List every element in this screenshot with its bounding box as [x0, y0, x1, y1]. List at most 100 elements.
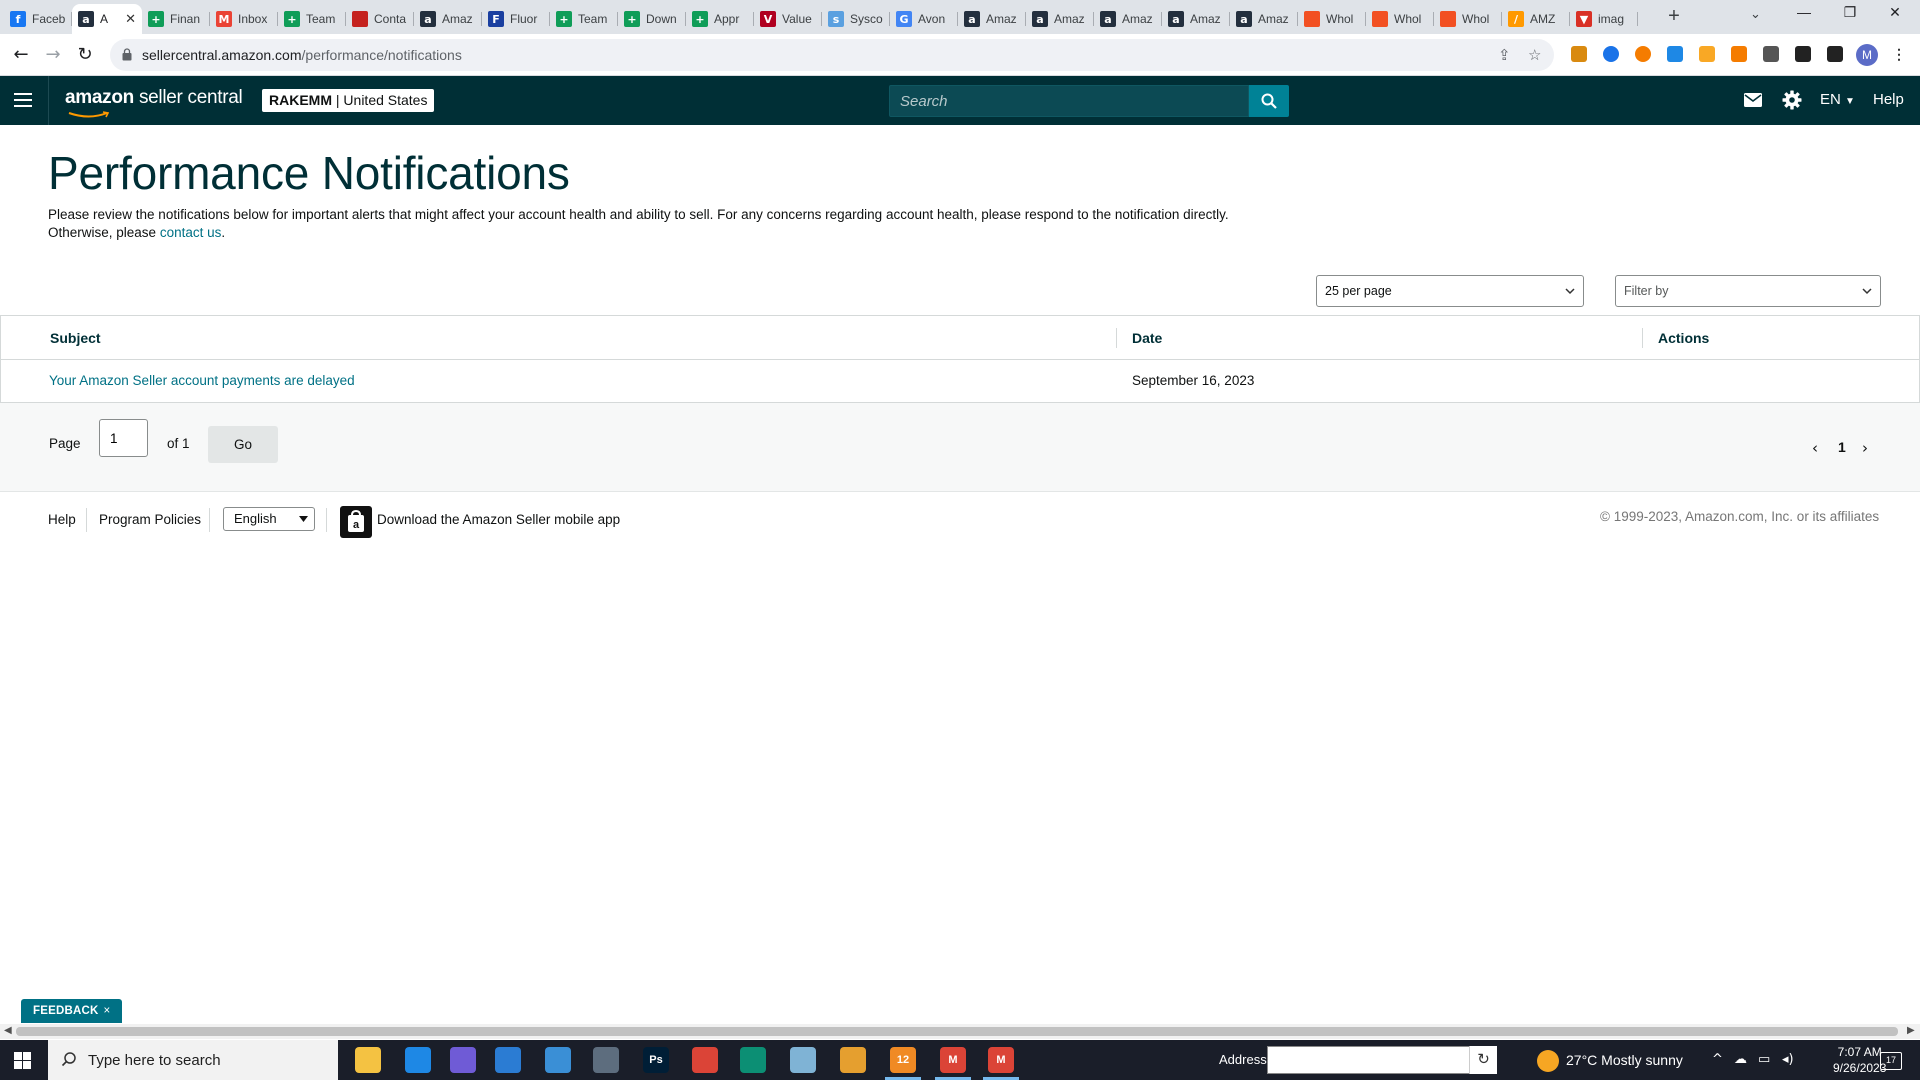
extension-icon-4[interactable]: [1667, 46, 1683, 62]
bookmark-star-icon[interactable]: ☆: [1528, 46, 1541, 64]
notification-center-icon[interactable]: 17: [1880, 1052, 1902, 1070]
scrollbar-thumb[interactable]: [16, 1027, 1898, 1036]
program-policies-link[interactable]: Program Policies: [99, 512, 201, 527]
address-bar[interactable]: sellercentral.amazon.com/performance/not…: [110, 39, 1554, 71]
notification-subject-link[interactable]: Your Amazon Seller account payments are …: [49, 373, 355, 388]
puzzle-icon[interactable]: [1795, 46, 1811, 62]
header-help-link[interactable]: Help: [1873, 91, 1904, 108]
close-tab-icon[interactable]: ✕: [125, 11, 136, 27]
address-toolbar-input[interactable]: [1267, 1046, 1497, 1074]
browser-tab[interactable]: a Amaz: [1026, 4, 1094, 34]
chrome-profile-icon[interactable]: M: [940, 1047, 966, 1073]
column-header-date[interactable]: Date: [1132, 330, 1162, 346]
horizontal-scrollbar[interactable]: ◀ ▶: [0, 1024, 1920, 1039]
browser-tab[interactable]: + Team: [550, 4, 618, 34]
browser-tab[interactable]: a Amaz: [1094, 4, 1162, 34]
seller-central-logo[interactable]: amazon seller central: [65, 87, 243, 118]
current-page-number[interactable]: 1: [1838, 439, 1846, 455]
extension-icon-6[interactable]: [1731, 46, 1747, 62]
browser-tab[interactable]: F Fluor: [482, 4, 550, 34]
chrome-icon[interactable]: [692, 1047, 718, 1073]
browser-tab[interactable]: + Down: [618, 4, 686, 34]
browser-tab[interactable]: Whol: [1434, 4, 1502, 34]
column-header-subject[interactable]: Subject: [50, 330, 101, 346]
browser-tab[interactable]: a Amaz: [1230, 4, 1298, 34]
profile-avatar[interactable]: M: [1856, 44, 1878, 66]
hamburger-menu-icon[interactable]: [14, 93, 32, 107]
address-refresh-icon[interactable]: ↻: [1469, 1046, 1497, 1074]
browser-tab[interactable]: f Faceb: [4, 4, 72, 34]
page-number-input[interactable]: [99, 419, 148, 457]
show-hidden-icons-icon[interactable]: ^: [1712, 1052, 1723, 1067]
browser-tab[interactable]: + Team: [278, 4, 346, 34]
browser-tab[interactable]: M Inbox: [210, 4, 278, 34]
share-icon[interactable]: ⇪: [1498, 46, 1511, 64]
scroll-right-icon[interactable]: ▶: [1907, 1025, 1915, 1036]
extension-icon-7[interactable]: [1763, 46, 1779, 62]
browser-tab[interactable]: Whol: [1298, 4, 1366, 34]
hexagon-app-icon[interactable]: [450, 1047, 476, 1073]
next-page-icon[interactable]: ›: [1862, 439, 1868, 457]
previous-page-icon[interactable]: ‹: [1812, 439, 1818, 457]
browser-tab[interactable]: Conta: [346, 4, 414, 34]
settings-gear-icon[interactable]: [1782, 90, 1802, 110]
file-explorer-icon[interactable]: [355, 1047, 381, 1073]
calculator-icon[interactable]: [593, 1047, 619, 1073]
footer-help-link[interactable]: Help: [48, 512, 76, 527]
extension-icon-3[interactable]: [1635, 46, 1651, 62]
feedback-close-icon[interactable]: ×: [104, 1005, 111, 1017]
taskbar-search[interactable]: Type here to search: [48, 1040, 338, 1080]
cat-app-icon[interactable]: [840, 1047, 866, 1073]
contact-us-link[interactable]: contact us: [160, 225, 222, 240]
mail-icon[interactable]: [405, 1047, 431, 1073]
seller-app-icon[interactable]: a: [340, 506, 372, 538]
tab-search-icon[interactable]: ⌄: [1750, 6, 1761, 22]
windows-start-icon[interactable]: [14, 1052, 31, 1069]
notepad-icon[interactable]: [790, 1047, 816, 1073]
browser-tab[interactable]: a Amaz: [958, 4, 1026, 34]
browser-tab[interactable]: + Finan: [142, 4, 210, 34]
browser-tab[interactable]: a Amaz: [1162, 4, 1230, 34]
edge-icon[interactable]: [740, 1047, 766, 1073]
store-icon[interactable]: [495, 1047, 521, 1073]
back-icon[interactable]: ←: [10, 44, 32, 66]
filter-by-select[interactable]: Filter by: [1615, 275, 1881, 307]
go-button[interactable]: Go: [208, 426, 278, 463]
browser-tab[interactable]: G Avon: [890, 4, 958, 34]
browser-tab[interactable]: + Appr: [686, 4, 754, 34]
extension-icon-2[interactable]: [1603, 46, 1619, 62]
browser-tab[interactable]: ▼ imag: [1570, 4, 1638, 34]
browser-tab[interactable]: s Sysco: [822, 4, 890, 34]
merchant-marketplace-switcher[interactable]: RAKEMM | United States: [262, 89, 435, 112]
mail-icon[interactable]: [1744, 93, 1762, 107]
weather-text[interactable]: 27°C Mostly sunny: [1566, 1052, 1683, 1068]
extension-icon-1[interactable]: [1571, 46, 1587, 62]
kebab-menu-icon[interactable]: ⋮: [1891, 46, 1907, 62]
browser-tab[interactable]: a Amaz: [414, 4, 482, 34]
side-panel-icon[interactable]: [1827, 46, 1843, 62]
footer-language-select[interactable]: English: [223, 507, 315, 531]
browser-tab[interactable]: V Value: [754, 4, 822, 34]
telegram-icon[interactable]: 12: [890, 1047, 916, 1073]
search-button[interactable]: [1249, 85, 1289, 117]
browser-tab[interactable]: Whol: [1366, 4, 1434, 34]
feedback-button[interactable]: FEEDBACK ×: [21, 999, 123, 1023]
photoshop-icon[interactable]: Ps: [643, 1047, 669, 1073]
scroll-left-icon[interactable]: ◀: [4, 1025, 12, 1036]
language-selector[interactable]: EN ▼: [1820, 91, 1855, 108]
new-tab-button[interactable]: +: [1662, 5, 1686, 29]
close-window-icon[interactable]: ✕: [1880, 4, 1910, 21]
browser-tab[interactable]: / AMZ: [1502, 4, 1570, 34]
system-clock[interactable]: 7:07 AM 9/26/2023: [1833, 1044, 1886, 1076]
search-input[interactable]: [890, 86, 1248, 116]
reload-icon[interactable]: ↻: [74, 44, 96, 66]
extension-icon-5[interactable]: [1699, 46, 1715, 62]
per-page-select[interactable]: 25 per page: [1316, 275, 1584, 307]
onedrive-icon[interactable]: ☁: [1734, 1052, 1747, 1067]
minimize-icon[interactable]: —: [1789, 4, 1819, 20]
weather-sun-icon[interactable]: [1537, 1050, 1559, 1072]
forward-icon[interactable]: →: [42, 44, 64, 66]
download-app-link[interactable]: Download the Amazon Seller mobile app: [377, 512, 620, 527]
restore-icon[interactable]: ❐: [1835, 4, 1865, 21]
calculator-app-icon[interactable]: [545, 1047, 571, 1073]
